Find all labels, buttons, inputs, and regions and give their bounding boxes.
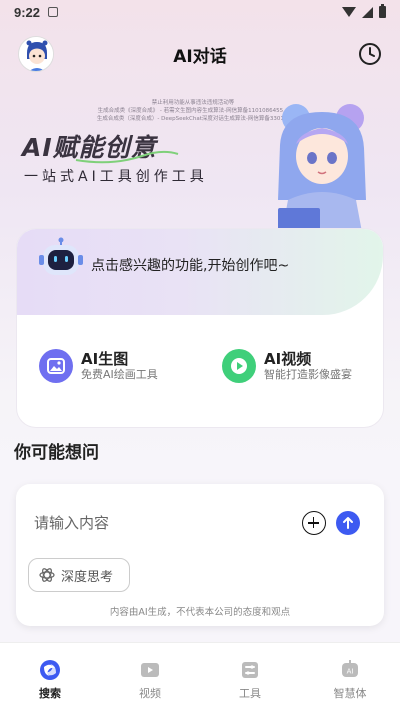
nav-label: 视频 xyxy=(139,687,161,700)
atom-icon xyxy=(39,568,55,582)
nav-item-video[interactable]: 视频 xyxy=(100,643,200,712)
deep-think-toggle[interactable]: 深度思考 xyxy=(28,558,130,592)
arrow-up-icon xyxy=(343,517,353,529)
history-button[interactable] xyxy=(358,42,382,66)
feature-name: AI视频 xyxy=(264,350,312,368)
feature-prompt: 点击感兴趣的功能,开始创作吧~ xyxy=(91,258,290,274)
notification-icon xyxy=(48,7,59,17)
feature-card: 点击感兴趣的功能,开始创作吧~ AI生图 免费AI绘画工具 AI视频 智能打造影… xyxy=(16,228,384,428)
nav-label: 搜索 xyxy=(39,687,61,700)
nav-item-agent[interactable]: AI 智慧体 xyxy=(300,643,400,712)
clock-icon xyxy=(359,43,381,65)
promo-banner[interactable]: 禁止利用功能从事违法违规活动等 生成合成类《深度合成》 - 若需文生图内容生成算… xyxy=(0,96,400,236)
image-icon xyxy=(39,349,73,383)
ai-agent-icon: AI xyxy=(339,659,361,681)
page-title: AI对话 xyxy=(173,46,227,67)
signal-icon xyxy=(362,6,373,18)
nav-label: 工具 xyxy=(239,687,261,700)
chat-input[interactable] xyxy=(34,512,284,534)
wifi-icon xyxy=(342,7,356,17)
video-icon xyxy=(139,659,161,681)
add-attachment-button[interactable] xyxy=(302,511,326,535)
bottom-nav: 搜索 视频 工具 AI 智慧体 xyxy=(0,642,400,712)
play-icon xyxy=(222,349,256,383)
nav-item-search[interactable]: 搜索 xyxy=(0,643,100,712)
anime-girl-illustration xyxy=(278,104,366,232)
status-time: 9:22 xyxy=(14,4,41,20)
ai-image-feature[interactable]: AI生图 免费AI绘画工具 xyxy=(39,349,158,383)
banner-subtitle: 一站式AI工具创作工具 xyxy=(24,169,208,185)
feature-name: AI生图 xyxy=(81,350,129,368)
chat-input-card: 深度思考 内容由AI生成，不代表本公司的态度和观点 xyxy=(16,484,384,626)
nav-item-tools[interactable]: 工具 xyxy=(200,643,300,712)
search-swirl-icon xyxy=(39,659,61,681)
swoosh-decoration xyxy=(75,150,179,164)
svg-text:AI: AI xyxy=(347,668,354,676)
deep-think-label: 深度思考 xyxy=(61,569,114,585)
feature-desc: 免费AI绘画工具 xyxy=(81,368,158,381)
avatar[interactable] xyxy=(18,36,54,72)
app-header: AI对话 xyxy=(0,34,400,74)
robot-icon xyxy=(39,237,83,275)
avatar-icon xyxy=(19,37,53,71)
ai-disclaimer: 内容由AI生成，不代表本公司的态度和观点 xyxy=(109,607,291,618)
suggestions-title: 你可能想问 xyxy=(14,443,99,463)
nav-label: 智慧体 xyxy=(333,687,367,700)
tools-icon xyxy=(239,659,261,681)
send-button[interactable] xyxy=(336,511,360,535)
ai-video-feature[interactable]: AI视频 智能打造影像盛宴 xyxy=(222,349,352,383)
battery-icon xyxy=(379,4,386,18)
status-indicators xyxy=(342,4,386,18)
feature-desc: 智能打造影像盛宴 xyxy=(264,368,352,381)
status-bar: 9:22 xyxy=(0,0,400,24)
